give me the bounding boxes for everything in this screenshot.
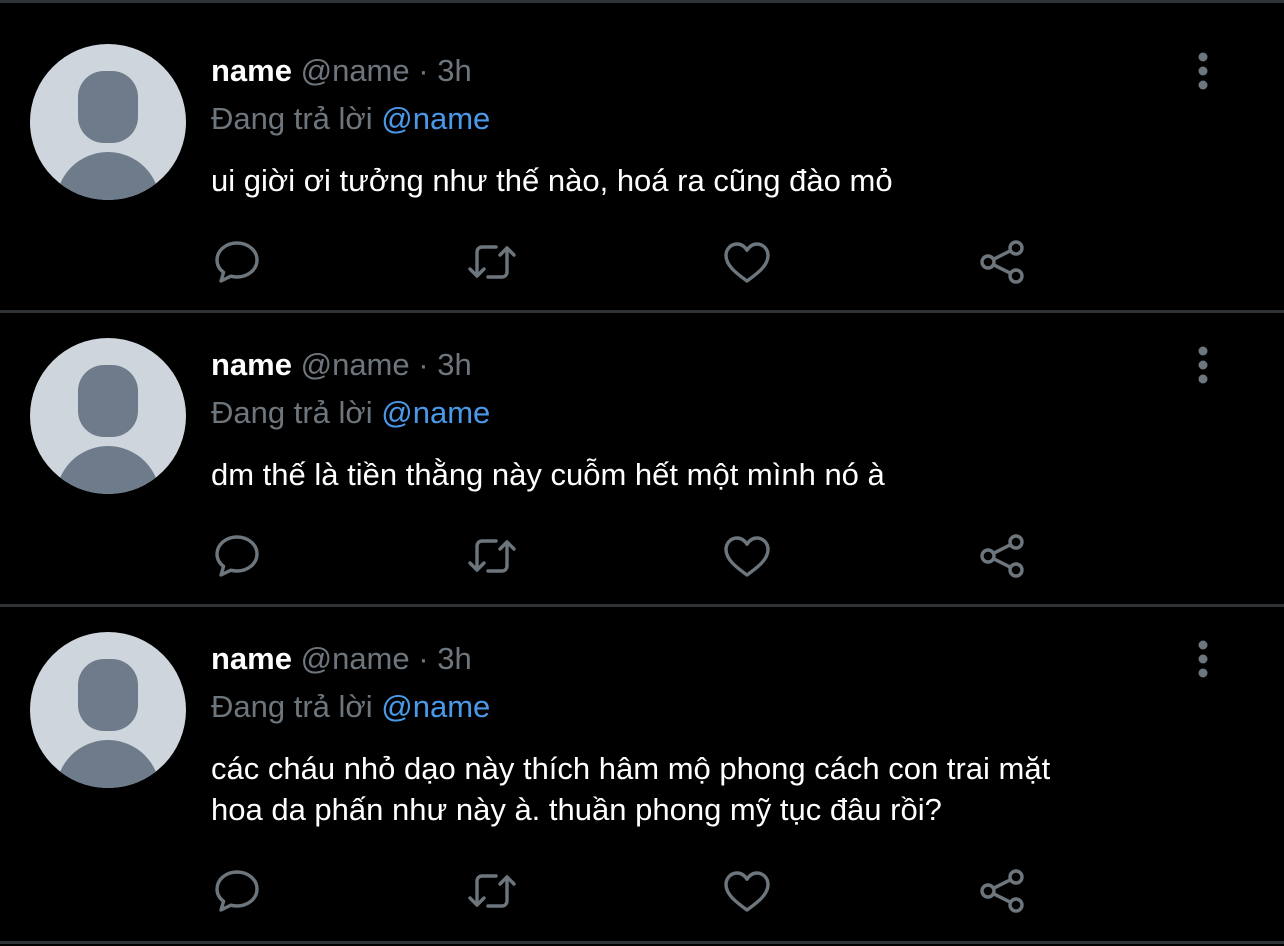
more-options-button[interactable]: [1188, 345, 1218, 385]
speech-bubble-icon: [215, 870, 259, 912]
mention-link[interactable]: @name: [381, 395, 490, 430]
share-icon: [980, 534, 1024, 578]
avatar-shoulders-shape: [56, 446, 160, 494]
retweet-icon: [468, 539, 516, 573]
speech-bubble-icon: [215, 535, 259, 577]
retweet-icon: [468, 874, 516, 908]
display-name[interactable]: name: [211, 53, 292, 88]
speech-bubble-icon: [215, 241, 259, 283]
tweet-text: ui giời ơi tưởng như thế nào, hoá ra cũn…: [211, 160, 1221, 201]
tweet-header: name @name · 3h: [211, 641, 472, 677]
user-handle[interactable]: @name: [301, 53, 410, 88]
timestamp[interactable]: 3h: [437, 53, 471, 88]
vertical-ellipsis-icon: [1198, 346, 1208, 384]
timestamp[interactable]: 3h: [437, 641, 471, 676]
tweet-text: dm thế là tiền thằng này cuỗm hết một mì…: [211, 454, 1221, 495]
replying-to: Đang trả lời @name: [211, 101, 490, 137]
separator-dot: ·: [418, 641, 429, 676]
avatar-shoulders-shape: [56, 740, 160, 788]
more-options-button[interactable]: [1188, 51, 1218, 91]
heart-icon: [724, 871, 770, 912]
separator-dot: ·: [418, 53, 429, 88]
retweet-icon: [468, 245, 516, 279]
share-button[interactable]: [976, 530, 1028, 582]
replying-to-label: Đang trả lời: [211, 101, 373, 136]
heart-icon: [724, 242, 770, 283]
avatar-shoulders-shape: [56, 152, 160, 200]
like-button[interactable]: [721, 236, 773, 288]
user-handle[interactable]: @name: [301, 641, 410, 676]
tweet-2[interactable]: name @name · 3h Đang trả lời @name dm th…: [0, 294, 1284, 606]
replying-to-label: Đang trả lời: [211, 689, 373, 724]
share-button[interactable]: [976, 865, 1028, 917]
avatar[interactable]: [30, 338, 186, 494]
timestamp[interactable]: 3h: [437, 347, 471, 382]
more-options-button[interactable]: [1188, 639, 1218, 679]
replying-to: Đang trả lời @name: [211, 689, 490, 725]
tweet-text: các cháu nhỏ dạo này thích hâm mộ phong …: [211, 748, 1221, 830]
like-button[interactable]: [721, 530, 773, 582]
tweet-text-line: dm thế là tiền thằng này cuỗm hết một mì…: [211, 457, 885, 492]
tweet-header: name @name · 3h: [211, 347, 472, 383]
avatar-head-shape: [78, 659, 138, 731]
heart-icon: [724, 536, 770, 577]
mention-link[interactable]: @name: [381, 101, 490, 136]
tweet-text-line: ui giời ơi tưởng như thế nào, hoá ra cũn…: [211, 163, 893, 198]
reply-button[interactable]: [211, 236, 263, 288]
vertical-ellipsis-icon: [1198, 52, 1208, 90]
retweet-button[interactable]: [466, 530, 518, 582]
share-icon: [980, 869, 1024, 913]
replying-to: Đang trả lời @name: [211, 395, 490, 431]
retweet-button[interactable]: [466, 236, 518, 288]
tweet-3[interactable]: name @name · 3h Đang trả lời @name các c…: [0, 588, 1284, 943]
bottom-divider: [0, 941, 1284, 944]
reply-button[interactable]: [211, 530, 263, 582]
tweet-text-line: các cháu nhỏ dạo này thích hâm mộ phong …: [211, 751, 1051, 786]
vertical-ellipsis-icon: [1198, 640, 1208, 678]
reply-button[interactable]: [211, 865, 263, 917]
replying-to-label: Đang trả lời: [211, 395, 373, 430]
tweet-text-line: hoa da phấn như này à. thuần phong mỹ tụ…: [211, 792, 942, 827]
reply-feed: name @name · 3h Đang trả lời @name ui gi…: [0, 0, 1284, 946]
retweet-button[interactable]: [466, 865, 518, 917]
avatar[interactable]: [30, 632, 186, 788]
display-name[interactable]: name: [211, 641, 292, 676]
share-icon: [980, 240, 1024, 284]
user-handle[interactable]: @name: [301, 347, 410, 382]
tweet-header: name @name · 3h: [211, 53, 472, 89]
mention-link[interactable]: @name: [381, 689, 490, 724]
share-button[interactable]: [976, 236, 1028, 288]
avatar[interactable]: [30, 44, 186, 200]
tweet-1[interactable]: name @name · 3h Đang trả lời @name ui gi…: [0, 0, 1284, 312]
display-name[interactable]: name: [211, 347, 292, 382]
like-button[interactable]: [721, 865, 773, 917]
avatar-head-shape: [78, 365, 138, 437]
separator-dot: ·: [418, 347, 429, 382]
avatar-head-shape: [78, 71, 138, 143]
